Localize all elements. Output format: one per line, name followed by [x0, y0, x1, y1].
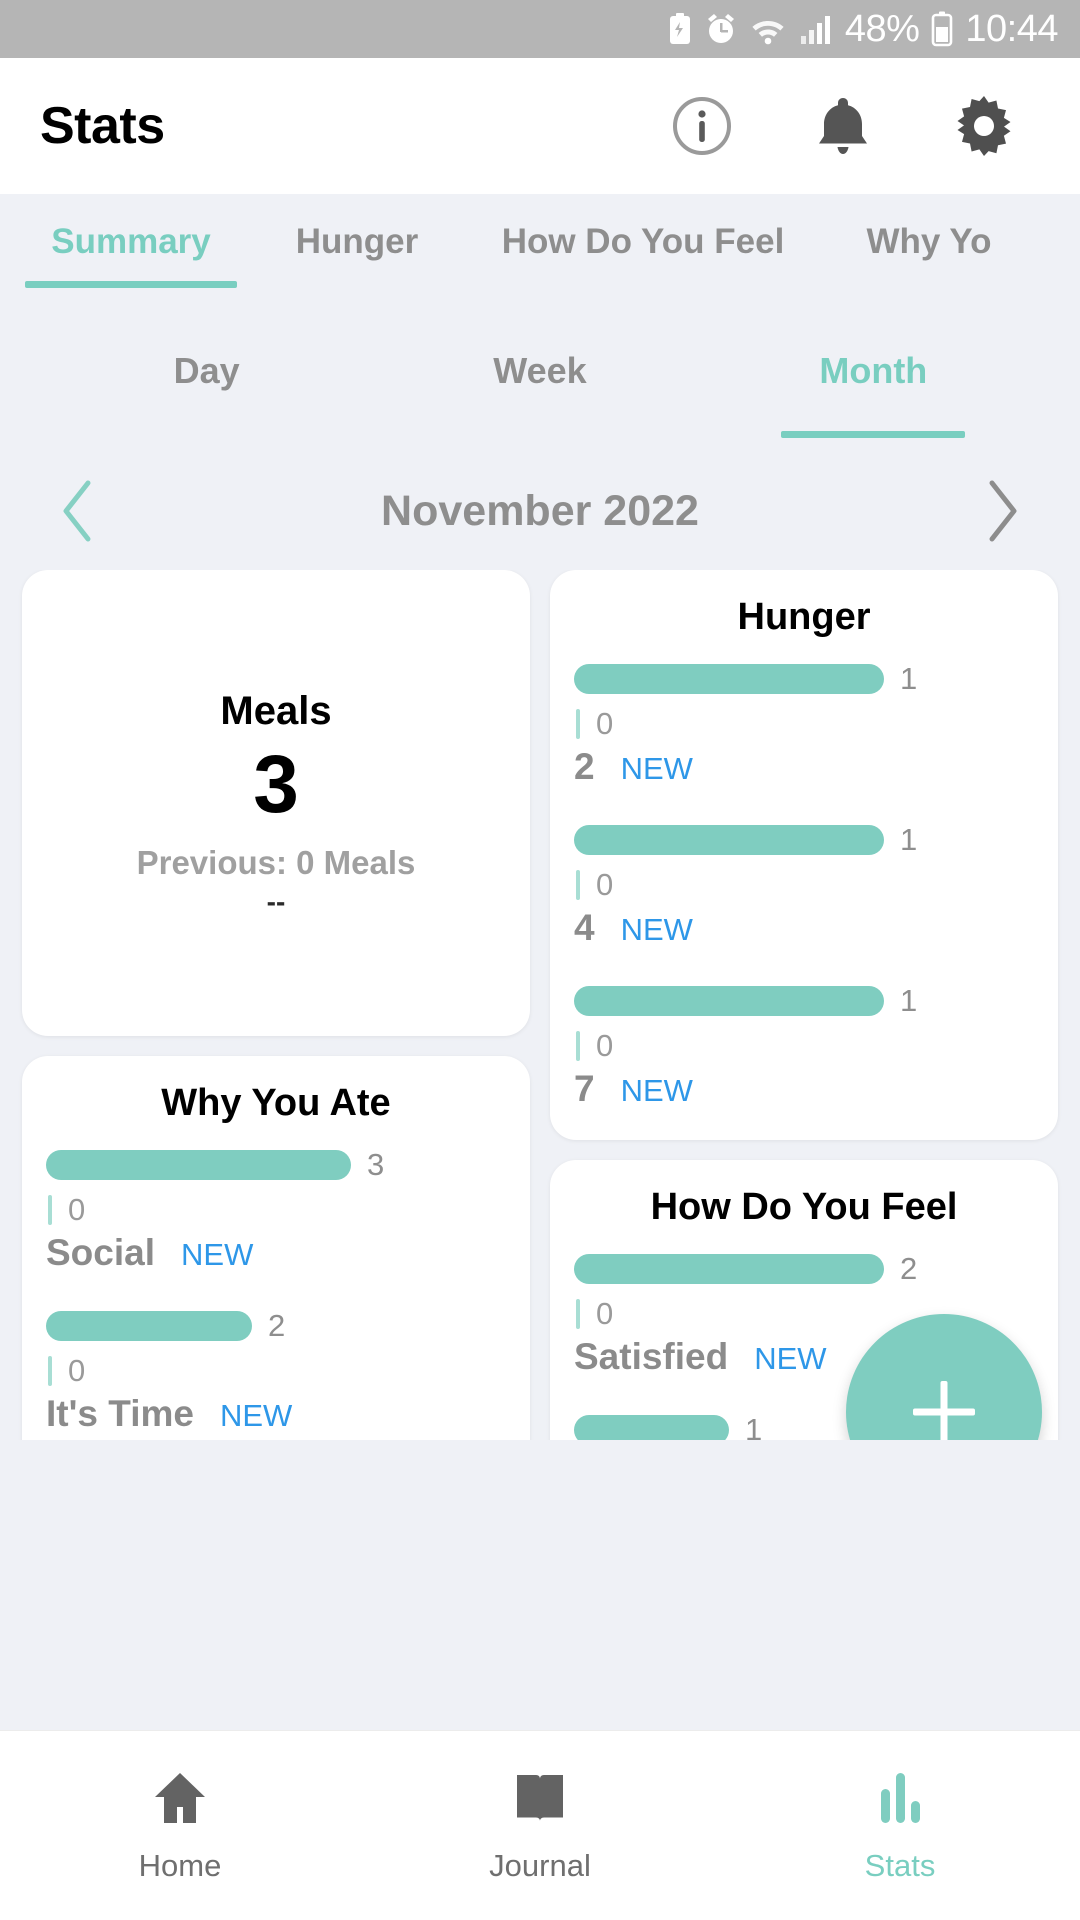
previous-value: 0 — [68, 1353, 86, 1388]
bar-row: 2 0 It's Time NEW — [46, 1308, 506, 1435]
new-badge[interactable]: NEW — [621, 1073, 693, 1109]
tab-hunger[interactable]: Hunger — [251, 222, 463, 288]
app-bar-actions — [670, 94, 1038, 158]
right-column: Hunger 1 0 2 NEW 1 0 4 NEW 1 0 7 NEW How… — [550, 570, 1058, 1440]
new-badge[interactable]: NEW — [621, 751, 693, 787]
why-you-ate-title: Why You Ate — [161, 1082, 391, 1124]
bar-value: 1 — [900, 661, 918, 696]
period-month[interactable]: Month — [707, 322, 1040, 452]
hunger-card: Hunger 1 0 2 NEW 1 0 4 NEW 1 0 7 NEW — [550, 570, 1058, 1140]
bar-label: Satisfied — [574, 1336, 729, 1377]
battery-percent-label: 48% — [844, 8, 920, 50]
meals-card: Meals 3 Previous: 0 Meals -- — [22, 570, 530, 1036]
new-badge[interactable]: NEW — [220, 1398, 292, 1434]
previous-value: 0 — [596, 706, 614, 741]
chevron-left-icon[interactable] — [48, 478, 108, 544]
nav-label: Home — [138, 1848, 222, 1883]
info-icon[interactable] — [670, 94, 734, 158]
left-column: Meals 3 Previous: 0 Meals -- Why You Ate… — [22, 570, 530, 1440]
bar-fill — [46, 1311, 252, 1341]
bar-label: It's Time — [46, 1393, 194, 1434]
bar-label: Social — [46, 1232, 155, 1273]
clock-label: 10:44 — [965, 8, 1058, 50]
battery-saver-icon — [667, 12, 693, 46]
bar-fill — [574, 986, 884, 1016]
stats-content: Meals 3 Previous: 0 Meals -- Why You Ate… — [0, 570, 1080, 1440]
month-navigator: November 2022 — [0, 452, 1080, 570]
bar-fill — [574, 1254, 884, 1284]
bar-row: 1 0 4 NEW — [574, 822, 1034, 949]
bar-value: 1 — [900, 822, 918, 857]
app-bar: Stats — [0, 58, 1080, 194]
bar-label: 7 — [574, 1068, 595, 1109]
home-icon — [149, 1769, 211, 1832]
bar-value: 2 — [268, 1308, 286, 1343]
month-label: November 2022 — [381, 486, 699, 535]
plus-icon — [913, 1381, 975, 1440]
bar-fill — [46, 1150, 351, 1180]
bar-row: 1 0 2 NEW — [574, 661, 1034, 788]
previous-value: 0 — [596, 867, 614, 902]
period-day[interactable]: Day — [40, 322, 373, 452]
why-you-ate-card: Why You Ate 3 0 Social NEW 2 0 It's Time… — [22, 1056, 530, 1440]
tab-why-you-ate[interactable]: Why Yo — [819, 222, 1039, 288]
previous-tick — [48, 1195, 52, 1225]
bar-chart-icon — [869, 1769, 931, 1832]
previous-value: 0 — [596, 1028, 614, 1063]
battery-icon — [931, 11, 953, 47]
bar-value: 1 — [745, 1412, 763, 1440]
nav-label: Journal — [489, 1848, 591, 1883]
page-title: Stats — [40, 97, 165, 155]
previous-tick — [576, 870, 580, 900]
meals-previous: Previous: 0 Meals — [136, 843, 416, 881]
cards-grid: Meals 3 Previous: 0 Meals -- Why You Ate… — [22, 570, 1058, 1440]
status-bar: 48% 10:44 — [0, 0, 1080, 58]
new-badge[interactable]: NEW — [181, 1237, 253, 1273]
bar-row: 1 0 7 NEW — [574, 983, 1034, 1110]
stats-tab-bar[interactable]: Summary Hunger How Do You Feel Why Yo — [0, 194, 1080, 322]
tab-how-do-you-feel[interactable]: How Do You Feel — [493, 222, 793, 288]
bell-icon[interactable] — [812, 94, 874, 158]
previous-tick — [48, 1356, 52, 1386]
bar-value: 2 — [900, 1251, 918, 1286]
meals-title: Meals — [220, 688, 332, 733]
new-badge[interactable]: NEW — [754, 1341, 826, 1377]
gear-icon[interactable] — [952, 94, 1016, 158]
bar-value: 3 — [367, 1147, 385, 1182]
alarm-icon — [705, 12, 737, 46]
bar-fill — [574, 1415, 729, 1440]
nav-item-journal[interactable]: Journal — [360, 1769, 720, 1884]
new-badge[interactable]: NEW — [621, 912, 693, 948]
book-icon — [509, 1769, 571, 1832]
bar-value: 1 — [900, 983, 918, 1018]
nav-label: Stats — [864, 1848, 936, 1883]
nav-item-stats[interactable]: Stats — [720, 1769, 1080, 1884]
hunger-title: Hunger — [737, 596, 871, 638]
how-do-you-feel-title: How Do You Feel — [650, 1186, 958, 1228]
tab-summary[interactable]: Summary — [25, 222, 237, 288]
meals-value: 3 — [253, 738, 299, 830]
previous-tick — [576, 709, 580, 739]
previous-value: 0 — [596, 1296, 614, 1331]
bar-fill — [574, 664, 884, 694]
previous-value: 0 — [68, 1192, 86, 1227]
bar-label: 4 — [574, 907, 595, 948]
chevron-right-icon[interactable] — [972, 478, 1032, 544]
previous-tick — [576, 1031, 580, 1061]
previous-tick — [576, 1299, 580, 1329]
bar-row: 3 0 Social NEW — [46, 1147, 506, 1274]
bar-fill — [574, 825, 884, 855]
cellular-signal-icon — [799, 12, 833, 46]
wifi-icon — [749, 12, 787, 46]
bottom-navigation: Home Journal Stats — [0, 1730, 1080, 1920]
nav-item-home[interactable]: Home — [0, 1769, 360, 1884]
period-tab-bar[interactable]: Day Week Month — [0, 322, 1080, 452]
meals-delta: -- — [266, 885, 286, 917]
bar-label: 2 — [574, 746, 595, 787]
period-week[interactable]: Week — [373, 322, 706, 452]
